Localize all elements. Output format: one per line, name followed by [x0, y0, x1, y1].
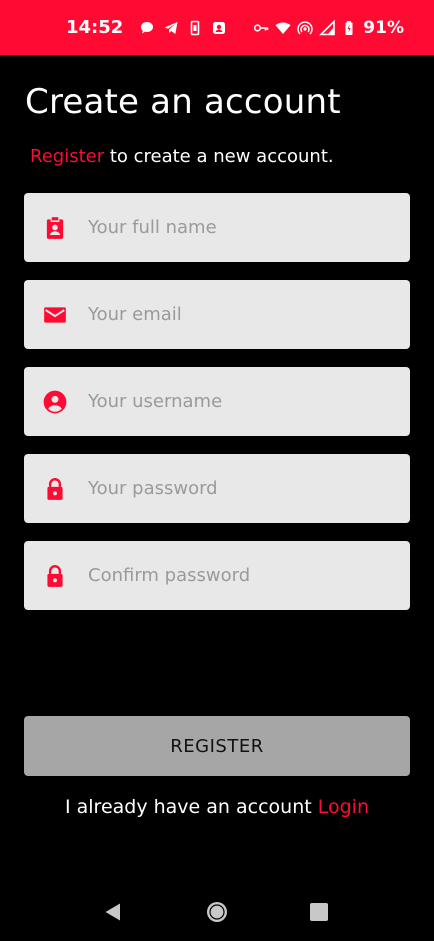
status-bar: 14:52 91%: [0, 0, 434, 55]
confirm-password-input[interactable]: [88, 555, 378, 596]
full-name-field[interactable]: [24, 193, 410, 262]
register-button[interactable]: REGISTER: [24, 716, 410, 776]
email-field[interactable]: [24, 280, 410, 349]
username-input[interactable]: [88, 381, 378, 422]
key-icon: [253, 20, 269, 36]
lock-icon: [42, 563, 68, 589]
system-icons: 91%: [253, 18, 404, 38]
login-prompt: I already have an account Login: [0, 796, 434, 818]
navigation-bar: [0, 880, 434, 941]
sim-icon: [187, 20, 203, 36]
home-icon[interactable]: [205, 900, 229, 924]
lock-icon: [42, 476, 68, 502]
signal-icon: [319, 19, 336, 36]
page-title: Create an account: [25, 82, 341, 122]
login-prompt-text: I already have an account: [64, 796, 318, 818]
badge-icon: [42, 215, 68, 241]
chat-bubble-icon: [139, 20, 155, 36]
recents-icon[interactable]: [307, 900, 331, 924]
account-circle-icon: [42, 389, 68, 415]
subtitle: Register to create a new account.: [30, 146, 334, 167]
hotspot-icon: [297, 20, 313, 36]
login-link[interactable]: Login: [318, 796, 369, 818]
battery-icon: [341, 20, 357, 36]
wifi-icon: [275, 20, 291, 36]
telegram-icon: [163, 20, 179, 36]
username-field[interactable]: [24, 367, 410, 436]
email-input[interactable]: [88, 294, 378, 335]
battery-percent: 91%: [363, 17, 404, 38]
confirm-password-field[interactable]: [24, 541, 410, 610]
password-field[interactable]: [24, 454, 410, 523]
mail-icon: [42, 302, 68, 328]
subtitle-register-word: Register: [30, 146, 105, 167]
notification-icons: [139, 20, 227, 36]
contact-icon: [211, 20, 227, 36]
password-input[interactable]: [88, 468, 378, 509]
subtitle-text: to create a new account.: [104, 146, 334, 167]
status-time: 14:52: [66, 17, 124, 38]
full-name-input[interactable]: [88, 207, 378, 248]
back-icon[interactable]: [101, 900, 125, 924]
